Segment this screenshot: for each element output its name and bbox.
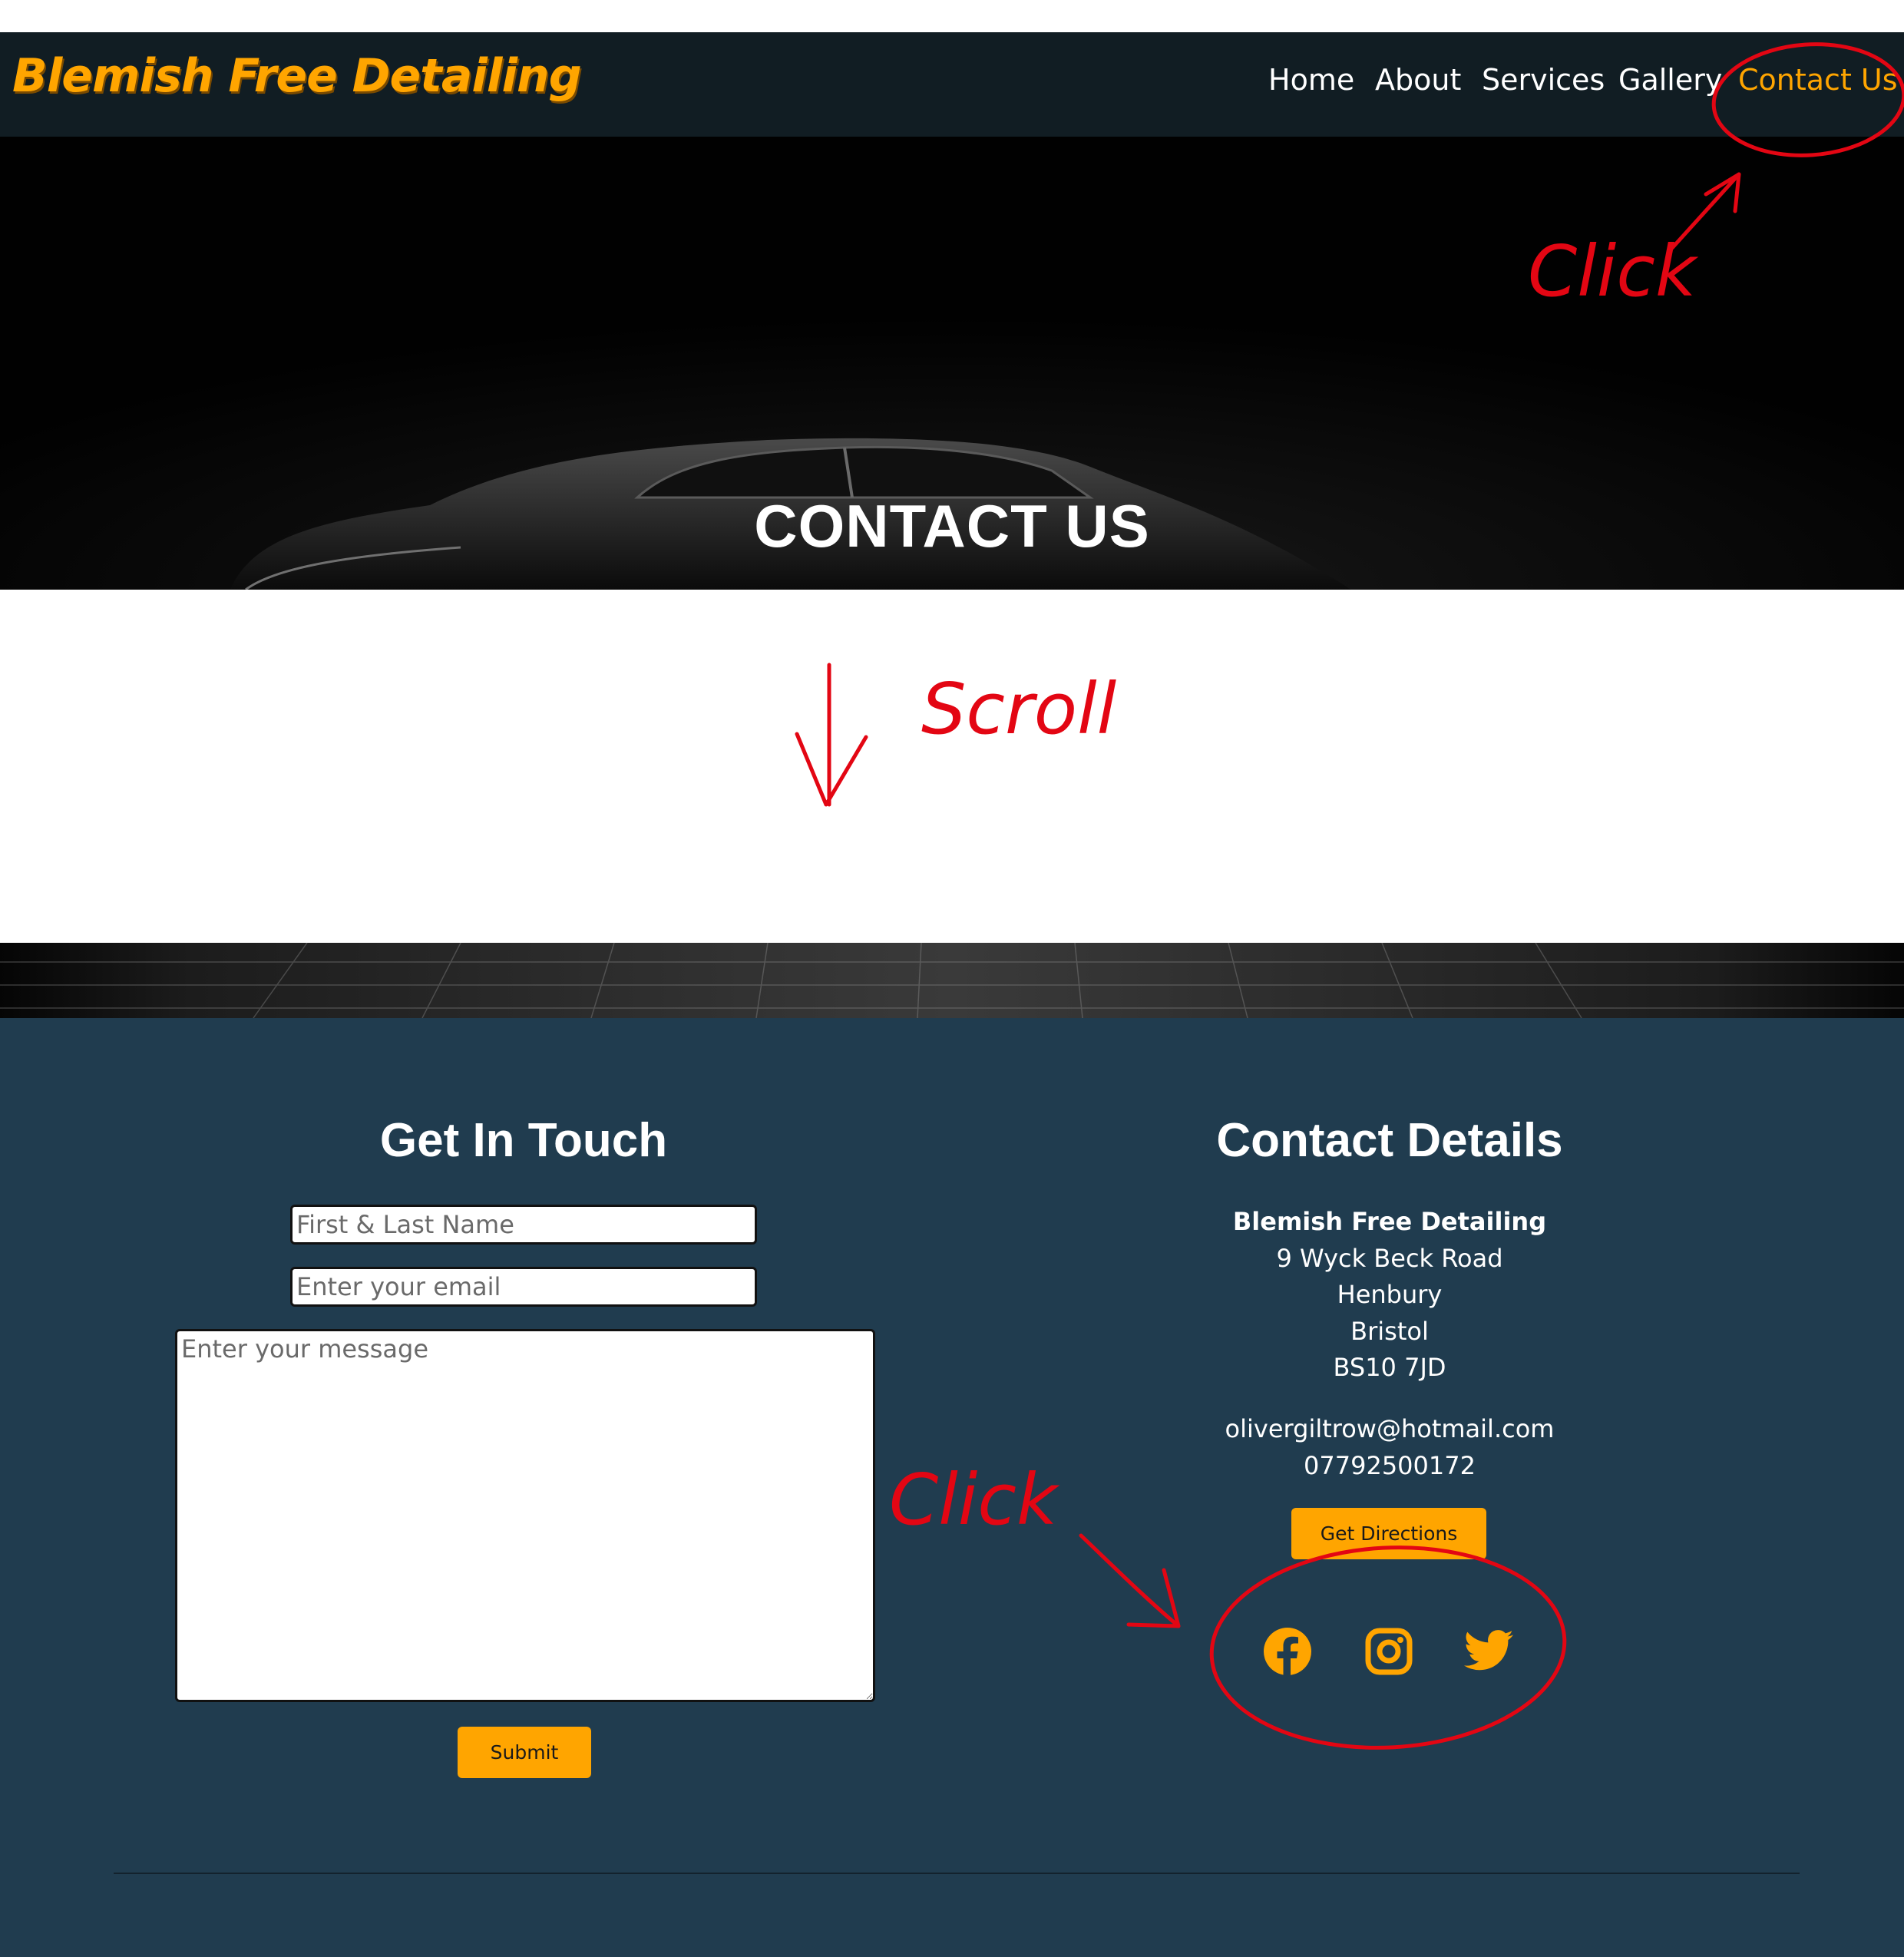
contact-address: Blemish Free Detailing 9 Wyck Beck Road … — [1198, 1204, 1582, 1387]
address-line: BS10 7JD — [1333, 1353, 1446, 1382]
contact-info: olivergiltrow@hotmail.com 07792500172 — [1198, 1411, 1582, 1484]
submit-button[interactable]: Submit — [458, 1727, 591, 1778]
top-navbar: Blemish Free Detailing Home About Servic… — [0, 32, 1904, 137]
company-name: Blemish Free Detailing — [1232, 1207, 1547, 1236]
hero-banner: CONTACT US — [0, 137, 1904, 590]
get-directions-button[interactable]: Get Directions — [1291, 1508, 1486, 1559]
address-line: 9 Wyck Beck Road — [1276, 1243, 1503, 1273]
name-input[interactable] — [290, 1205, 757, 1245]
message-textarea[interactable] — [175, 1329, 875, 1702]
nav-services-link[interactable]: Services — [1482, 63, 1605, 97]
nav-about-link[interactable]: About — [1375, 63, 1461, 97]
facebook-icon[interactable] — [1261, 1625, 1314, 1678]
instagram-icon[interactable] — [1362, 1625, 1416, 1678]
annotation-scroll: Scroll — [921, 668, 1117, 750]
twitter-icon[interactable] — [1462, 1625, 1516, 1678]
contact-email[interactable]: olivergiltrow@hotmail.com — [1198, 1411, 1582, 1448]
annotation-click-bottom: Click — [889, 1459, 1058, 1541]
address-line: Bristol — [1350, 1316, 1429, 1346]
get-in-touch-heading: Get In Touch — [379, 1114, 668, 1167]
contact-details-heading: Contact Details — [1216, 1114, 1563, 1167]
floor-tiles-image — [0, 943, 1904, 1018]
nav-gallery-link[interactable]: Gallery — [1618, 63, 1722, 97]
hero-title: CONTACT US — [754, 492, 1150, 560]
footer-divider — [114, 1873, 1800, 1874]
contact-phone[interactable]: 07792500172 — [1198, 1448, 1582, 1485]
nav-home-link[interactable]: Home — [1268, 63, 1354, 97]
nav-contact-link[interactable]: Contact Us — [1738, 63, 1898, 97]
annotation-click-top: Click — [1528, 230, 1697, 312]
email-input[interactable] — [290, 1267, 757, 1307]
address-line: Henbury — [1337, 1280, 1443, 1309]
brand-logo[interactable]: Blemish Free Detailing — [12, 49, 582, 103]
